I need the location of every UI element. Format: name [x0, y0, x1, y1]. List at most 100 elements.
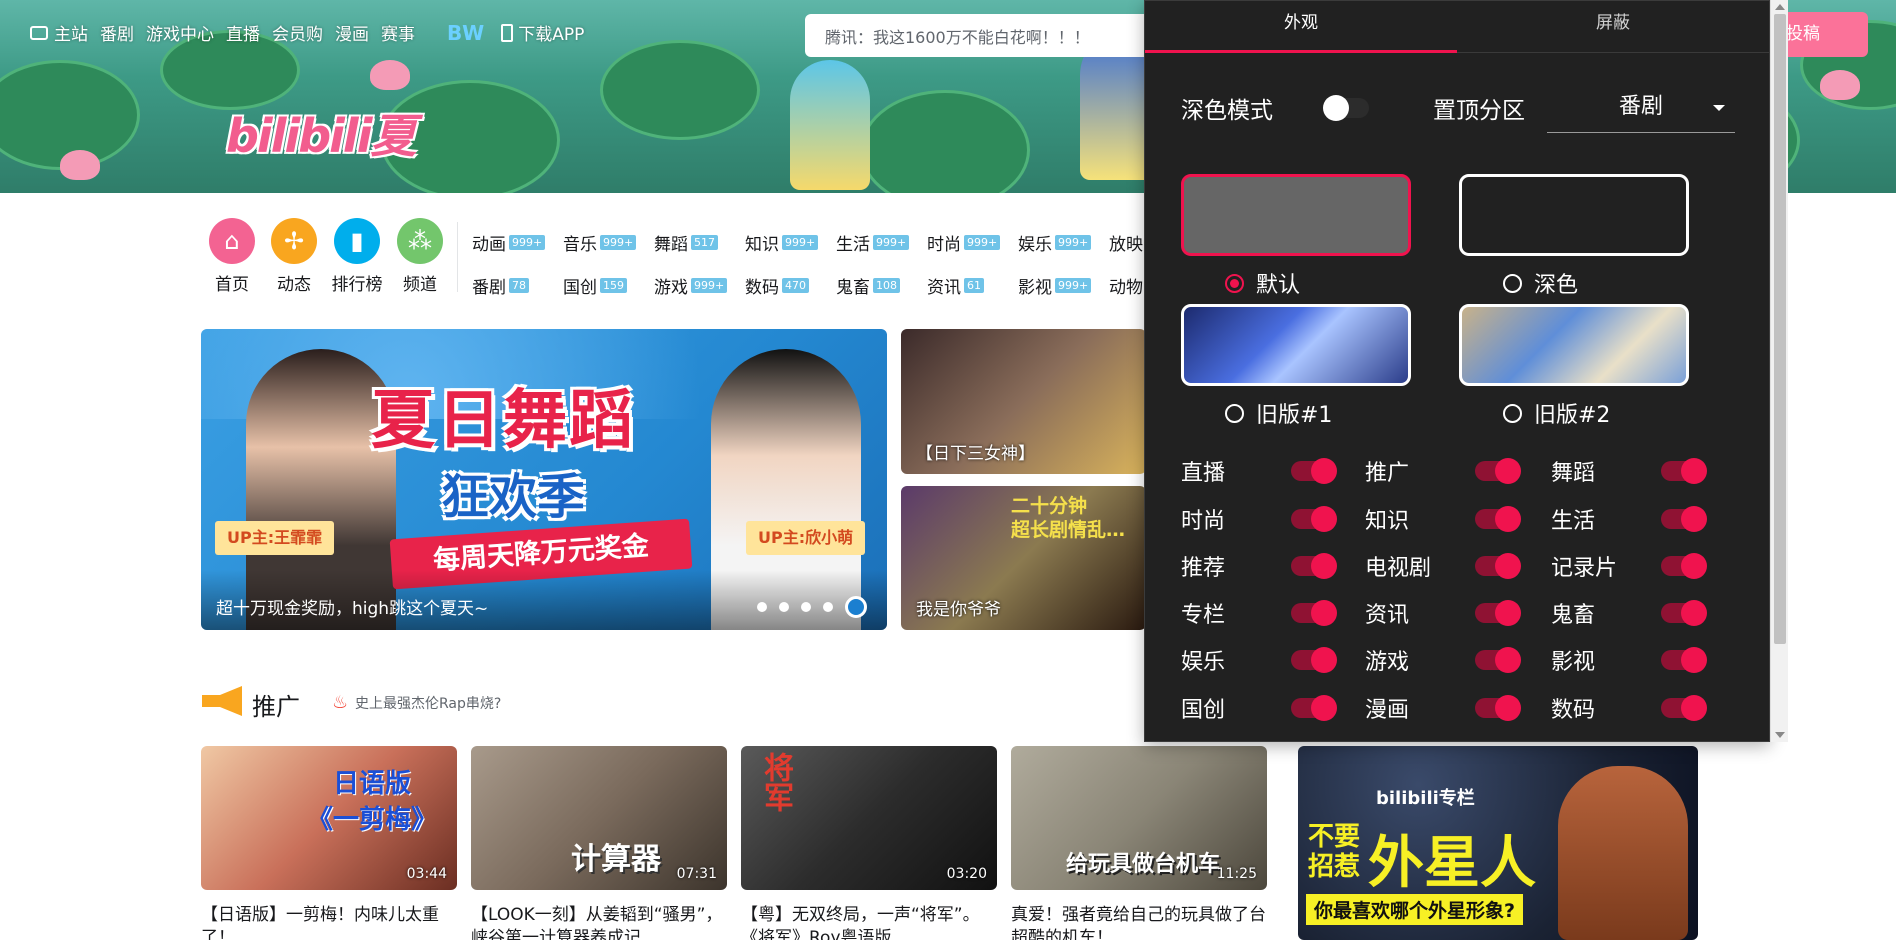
nav-live[interactable]: 直播 — [226, 20, 260, 45]
partition-bangumi[interactable]: 番剧 78 — [472, 273, 529, 298]
partition-film[interactable]: 影视 999+ — [1018, 273, 1092, 298]
section-toggle[interactable] — [1291, 458, 1337, 484]
section-toggle[interactable] — [1475, 458, 1521, 484]
video-cover[interactable]: 计算器 07:31 — [471, 746, 727, 890]
section-toggle[interactable] — [1661, 600, 1707, 626]
section-toggle[interactable] — [1661, 506, 1707, 532]
side-thumb-2[interactable]: 二十分钟 超长剧情乱… 我是你爷爷 — [901, 486, 1146, 630]
section-toggle[interactable] — [1475, 647, 1521, 673]
video-cover[interactable]: 将军 03:20 — [741, 746, 997, 890]
bw-link[interactable]: BW — [447, 21, 485, 45]
tab-block[interactable]: 屏蔽 — [1457, 1, 1769, 52]
nav-main[interactable]: 主站 — [30, 20, 88, 45]
up-tag-left: UP主:王霏霏 — [215, 521, 335, 555]
partition-game[interactable]: 游戏 999+ — [654, 273, 728, 298]
partition-fashion[interactable]: 时尚 999+ — [927, 230, 1001, 255]
main-carousel[interactable]: 夏日舞蹈 狂欢季 每周天降万元奖金 UP主:王霏霏 UP主:欣小萌 超十万现金奖… — [201, 329, 887, 630]
section-toggle[interactable] — [1291, 647, 1337, 673]
nav-manga[interactable]: 漫画 — [335, 20, 369, 45]
partition-anime[interactable]: 动画 999+ — [472, 230, 546, 255]
theme-old1-preview[interactable] — [1181, 304, 1411, 386]
side-thumb-1[interactable]: 【日下三女神】 — [901, 329, 1146, 474]
partition-news[interactable]: 资讯 61 — [927, 273, 984, 298]
section-toggle[interactable] — [1475, 506, 1521, 532]
settings-panel: 外观 屏蔽 深色模式 置顶分区 番剧 默认 深色 旧版#1 旧版#2 直播 推广… — [1144, 0, 1770, 742]
toggle-row: 时尚 — [1181, 499, 1351, 539]
search-input[interactable]: 腾讯：我这1600万不能白花啊！！！ — [805, 14, 1145, 57]
partition-knowledge[interactable]: 知识 999+ — [745, 230, 819, 255]
hot-search-link[interactable]: 史上最强杰伦Rap串烧? — [355, 693, 501, 713]
nav-mall[interactable]: 会员购 — [272, 20, 323, 45]
partition-animal[interactable]: 动物 — [1109, 273, 1143, 298]
channel-home[interactable]: ⌂ 首页 — [202, 218, 262, 295]
tab-appearance[interactable]: 外观 — [1145, 1, 1457, 53]
section-toggle[interactable] — [1475, 695, 1521, 721]
video-title[interactable]: 【粤】无双终局，一声“将军”。《将军》Roy粤语版 — [741, 904, 997, 940]
video-card[interactable]: 给玩具做台机车 11:25 真爱！强者竟给自己的玩具做了台超酷的机车！ — [1011, 746, 1267, 940]
theme-default-preview[interactable] — [1181, 174, 1411, 256]
channel-dynamic[interactable]: ✢ 动态 — [264, 218, 324, 295]
fire-icon: ♨ — [332, 692, 349, 713]
column-ad[interactable]: bilibili专栏 不要招惹 外星人 你最喜欢哪个外星形象? — [1298, 746, 1698, 940]
partition-entertainment[interactable]: 娱乐 999+ — [1018, 230, 1092, 255]
partition-kichiku[interactable]: 鬼畜 108 — [836, 273, 900, 298]
section-toggle[interactable] — [1661, 647, 1707, 673]
theme-old2-radio[interactable]: 旧版#2 — [1503, 397, 1610, 429]
download-app-link[interactable]: 下载APP — [501, 20, 584, 45]
toggle-row: 知识 — [1365, 499, 1535, 539]
section-toggle[interactable] — [1291, 553, 1337, 579]
scroll-down-icon[interactable] — [1775, 732, 1785, 738]
section-toggle[interactable] — [1661, 695, 1707, 721]
section-toggle[interactable] — [1661, 458, 1707, 484]
carousel-dot-active[interactable] — [845, 596, 867, 618]
partition-digital[interactable]: 数码 470 — [745, 273, 809, 298]
partition-life[interactable]: 生活 999+ — [836, 230, 910, 255]
carousel-dot[interactable] — [779, 602, 789, 612]
carousel-title: 夏日舞蹈 — [371, 384, 635, 458]
bilibili-logo[interactable]: bilibili夏 — [226, 100, 416, 166]
video-card[interactable]: 将军 03:20 【粤】无双终局，一声“将军”。《将军》Roy粤语版 — [741, 746, 997, 940]
toggle-row: 舞蹈 — [1551, 451, 1721, 491]
nav-game-center[interactable]: 游戏中心 — [146, 20, 214, 45]
partition-guochuang[interactable]: 国创 159 — [563, 273, 627, 298]
video-title[interactable]: 【日语版】一剪梅！内味儿太重了！ — [201, 904, 457, 940]
video-cover[interactable]: 给玩具做台机车 11:25 — [1011, 746, 1267, 890]
pin-label: 置顶分区 — [1433, 98, 1525, 124]
video-title[interactable]: 【LOOK一刻】从姜韬到“骚男”，峡谷第一计算器养成记 — [471, 904, 727, 940]
partition-music[interactable]: 音乐 999+ — [563, 230, 637, 255]
theme-old1-radio[interactable]: 旧版#1 — [1225, 397, 1332, 429]
channel-ranking[interactable]: ▮ 排行榜 — [326, 218, 388, 295]
bar-chart-icon: ▮ — [334, 218, 380, 264]
section-toggle[interactable] — [1291, 506, 1337, 532]
dark-mode-toggle[interactable] — [1323, 95, 1369, 121]
theme-default-radio[interactable]: 默认 — [1225, 267, 1300, 299]
scrollbar-thumb[interactable] — [1774, 14, 1786, 644]
video-title[interactable]: 真爱！强者竟给自己的玩具做了台超酷的机车！ — [1011, 904, 1267, 940]
section-toggle[interactable] — [1475, 553, 1521, 579]
video-card[interactable]: 日语版 《一剪梅》 03:44 【日语版】一剪梅！内味儿太重了！ — [201, 746, 457, 940]
carousel-dot[interactable] — [823, 602, 833, 612]
carousel-dot[interactable] — [757, 602, 767, 612]
nav-bangumi[interactable]: 番剧 — [100, 20, 134, 45]
panel-scrollbar[interactable] — [1770, 0, 1788, 742]
video-card[interactable]: 计算器 07:31 【LOOK一刻】从姜韬到“骚男”，峡谷第一计算器养成记 — [471, 746, 727, 940]
divider — [457, 222, 458, 292]
section-toggle[interactable] — [1291, 695, 1337, 721]
toggle-row: 直播 — [1181, 451, 1351, 491]
partition-dance[interactable]: 舞蹈 517 — [654, 230, 718, 255]
section-toggle[interactable] — [1291, 600, 1337, 626]
carousel-dot[interactable] — [801, 602, 811, 612]
nav-esports[interactable]: 赛事 — [381, 20, 415, 45]
theme-dark-preview[interactable] — [1459, 174, 1689, 256]
video-cover[interactable]: 日语版 《一剪梅》 03:44 — [201, 746, 457, 890]
theme-dark-radio[interactable]: 深色 — [1503, 267, 1578, 299]
partition-screening[interactable]: 放映 — [1109, 230, 1143, 255]
ad-line2: 外星人 — [1368, 831, 1536, 896]
section-toggle[interactable] — [1661, 553, 1707, 579]
section-toggle[interactable] — [1475, 600, 1521, 626]
theme-old2-preview[interactable] — [1459, 304, 1689, 386]
pin-select[interactable]: 番剧 — [1547, 91, 1735, 133]
scroll-up-icon[interactable] — [1775, 4, 1785, 10]
channel-channels[interactable]: ⁂ 频道 — [390, 218, 450, 295]
toggle-row: 鬼畜 — [1551, 593, 1721, 633]
